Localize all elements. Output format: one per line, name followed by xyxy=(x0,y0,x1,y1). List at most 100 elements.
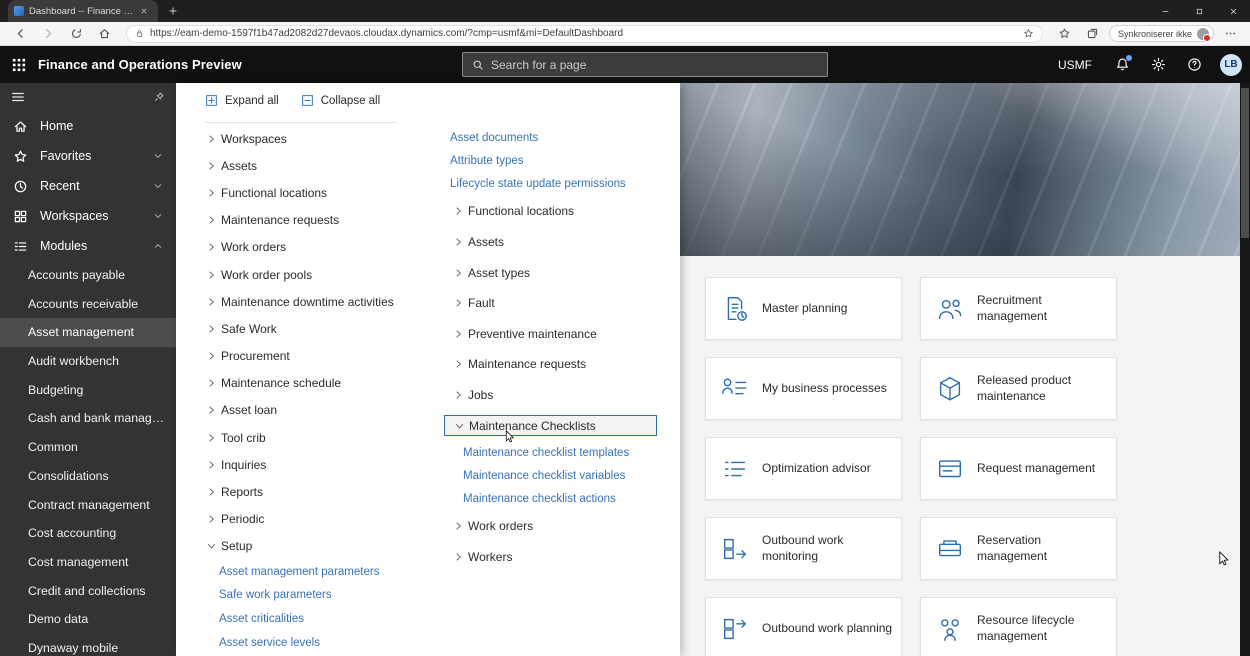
sidebar-module-cost-management[interactable]: Cost management xyxy=(0,548,176,577)
favorites-icon[interactable] xyxy=(1053,24,1077,44)
tree-node-workers[interactable]: Workers xyxy=(444,542,657,573)
tree-node-setup[interactable]: Setup xyxy=(205,533,437,560)
tree-link-safe-work-parameters[interactable]: Safe work parameters xyxy=(205,584,437,608)
sidebar-module-cash-and-bank-management[interactable]: Cash and bank management xyxy=(0,404,176,433)
sidebar-module-credit-and-collections[interactable]: Credit and collections xyxy=(0,577,176,606)
tree-link-asset-documents[interactable]: Asset documents xyxy=(444,126,657,149)
sidebar-item-modules[interactable]: Modules xyxy=(0,231,176,261)
minimize-button[interactable] xyxy=(1148,0,1182,22)
tile-optimization-advisor[interactable]: Optimization advisor xyxy=(705,437,902,500)
sidebar-module-budgeting[interactable]: Budgeting xyxy=(0,376,176,405)
tree-link-maintenance-checklist-templates[interactable]: Maintenance checklist templates xyxy=(444,441,657,464)
tile-master-planning[interactable]: Master planning xyxy=(705,277,902,340)
tile-released-product-maintenance[interactable]: Released product maintenance xyxy=(920,357,1117,420)
tree-node-maintenance-requests[interactable]: Maintenance requests xyxy=(444,349,657,380)
bookmark-star-icon[interactable] xyxy=(1023,28,1034,39)
tree-node-periodic[interactable]: Periodic xyxy=(205,506,437,533)
sidebar-module-consolidations[interactable]: Consolidations xyxy=(0,462,176,491)
tree-node-work-orders[interactable]: Work orders xyxy=(205,234,437,261)
sidebar-module-cost-accounting[interactable]: Cost accounting xyxy=(0,519,176,548)
sidebar-module-demo-data[interactable]: Demo data xyxy=(0,605,176,634)
tree-node-fault[interactable]: Fault xyxy=(444,288,657,319)
browser-menu-icon[interactable] xyxy=(1218,24,1242,44)
browser-tab[interactable]: Dashboard -- Finance and Oper xyxy=(8,0,158,22)
tile-outbound-work-planning[interactable]: Outbound work planning xyxy=(705,597,902,656)
tree-node-procurement[interactable]: Procurement xyxy=(205,343,437,370)
tile-reservation-management[interactable]: Reservation management xyxy=(920,517,1117,580)
tile-my-business-processes[interactable]: My business processes xyxy=(705,357,902,420)
outbound-planning-icon xyxy=(720,614,750,644)
tile-recruitment-management[interactable]: Recruitment management xyxy=(920,277,1117,340)
tree-link-maintenance-checklist-variables[interactable]: Maintenance checklist variables xyxy=(444,464,657,487)
tree-node-assets[interactable]: Assets xyxy=(205,152,437,179)
notifications-bell-icon[interactable] xyxy=(1104,46,1140,83)
tile-resource-lifecycle-management[interactable]: Resource lifecycle management xyxy=(920,597,1117,656)
close-button[interactable] xyxy=(1216,0,1250,22)
tree-link-asset-criticalities[interactable]: Asset criticalities xyxy=(205,607,437,631)
sidebar-module-asset-management[interactable]: Asset management xyxy=(0,318,176,347)
sidebar-module-audit-workbench[interactable]: Audit workbench xyxy=(0,347,176,376)
tile-outbound-work-monitoring[interactable]: Outbound work monitoring xyxy=(705,517,902,580)
tree-node-maintenance-requests[interactable]: Maintenance requests xyxy=(205,207,437,234)
sidebar-module-common[interactable]: Common xyxy=(0,433,176,462)
hamburger-menu-icon[interactable] xyxy=(11,90,25,104)
waffle-menu-icon[interactable] xyxy=(0,46,38,83)
chevron-right-icon xyxy=(205,187,217,199)
tree-node-assets[interactable]: Assets xyxy=(444,227,657,258)
address-bar[interactable]: https://eam-demo-1597f1b47ad2082d27devao… xyxy=(126,25,1043,43)
tree-node-work-orders[interactable]: Work orders xyxy=(444,511,657,542)
tree-node-maintenance-schedule[interactable]: Maintenance schedule xyxy=(205,370,437,397)
maximize-button[interactable] xyxy=(1182,0,1216,22)
back-button[interactable] xyxy=(8,24,32,44)
tree-link-lifecycle-state-update-permissions[interactable]: Lifecycle state update permissions xyxy=(444,173,657,196)
tree-link-maintenance-checklist-actions[interactable]: Maintenance checklist actions xyxy=(444,488,657,511)
refresh-button[interactable] xyxy=(64,24,88,44)
tile-request-management[interactable]: Request management xyxy=(920,437,1117,500)
tree-node-tool-crib[interactable]: Tool crib xyxy=(205,424,437,451)
sidebar-item-favorites[interactable]: Favorites xyxy=(0,141,176,171)
tree-node-functional-locations[interactable]: Functional locations xyxy=(205,179,437,206)
collections-icon[interactable] xyxy=(1081,24,1105,44)
user-avatar[interactable]: LB xyxy=(1220,54,1242,76)
sidebar-item-workspaces[interactable]: Workspaces xyxy=(0,201,176,231)
search-input[interactable] xyxy=(491,58,818,72)
tree-node-jobs[interactable]: Jobs xyxy=(444,380,657,411)
tree-link-asset-service-levels[interactable]: Asset service levels xyxy=(205,631,437,655)
company-picker[interactable]: USMF xyxy=(1046,46,1104,83)
sidebar-module-accounts-payable[interactable]: Accounts payable xyxy=(0,261,176,290)
scrollbar-thumb[interactable] xyxy=(1241,88,1249,238)
tree-link-attribute-types[interactable]: Attribute types xyxy=(444,149,657,172)
sidebar-item-home[interactable]: Home xyxy=(0,111,176,141)
tree-link-asset-management-parameters[interactable]: Asset management parameters xyxy=(205,560,437,584)
tree-node-reports[interactable]: Reports xyxy=(205,478,437,505)
pin-pane-icon[interactable] xyxy=(153,91,165,103)
tree-node-asset-types[interactable]: Asset types xyxy=(444,257,657,288)
browser-home-button[interactable] xyxy=(92,24,116,44)
sidebar-module-dynaway-mobile[interactable]: Dynaway mobile xyxy=(0,634,176,656)
vertical-scrollbar[interactable] xyxy=(1240,83,1250,656)
browser-profile-button[interactable]: Synkroniserer ikke xyxy=(1109,25,1214,42)
new-tab-button[interactable] xyxy=(168,6,178,16)
tree-node-maintenance-checklists[interactable]: Maintenance Checklists xyxy=(444,415,657,436)
expand-all-button[interactable]: Expand all xyxy=(205,94,279,107)
help-icon[interactable] xyxy=(1176,46,1212,83)
collapse-all-button[interactable]: Collapse all xyxy=(301,94,380,107)
forward-button[interactable] xyxy=(36,24,60,44)
page-search-box[interactable] xyxy=(462,52,828,77)
sidebar-item-recent[interactable]: Recent xyxy=(0,171,176,201)
sidebar-module-contract-management[interactable]: Contract management xyxy=(0,491,176,520)
tree-node-workspaces[interactable]: Workspaces xyxy=(205,125,437,152)
tree-node-maintenance-downtime-activities[interactable]: Maintenance downtime activities xyxy=(205,288,437,315)
sidebar-module-accounts-receivable[interactable]: Accounts receivable xyxy=(0,290,176,319)
tab-close-icon[interactable] xyxy=(140,7,152,15)
tree-item-label: Asset documents xyxy=(450,132,538,144)
tree-node-functional-locations[interactable]: Functional locations xyxy=(444,196,657,227)
chevron-right-icon xyxy=(205,133,217,145)
tree-node-asset-loan[interactable]: Asset loan xyxy=(205,397,437,424)
tree-node-safe-work[interactable]: Safe Work xyxy=(205,315,437,342)
reservation-icon xyxy=(935,534,965,564)
tree-node-inquiries[interactable]: Inquiries xyxy=(205,451,437,478)
tree-node-work-order-pools[interactable]: Work order pools xyxy=(205,261,437,288)
tree-node-preventive-maintenance[interactable]: Preventive maintenance xyxy=(444,319,657,350)
settings-gear-icon[interactable] xyxy=(1140,46,1176,83)
